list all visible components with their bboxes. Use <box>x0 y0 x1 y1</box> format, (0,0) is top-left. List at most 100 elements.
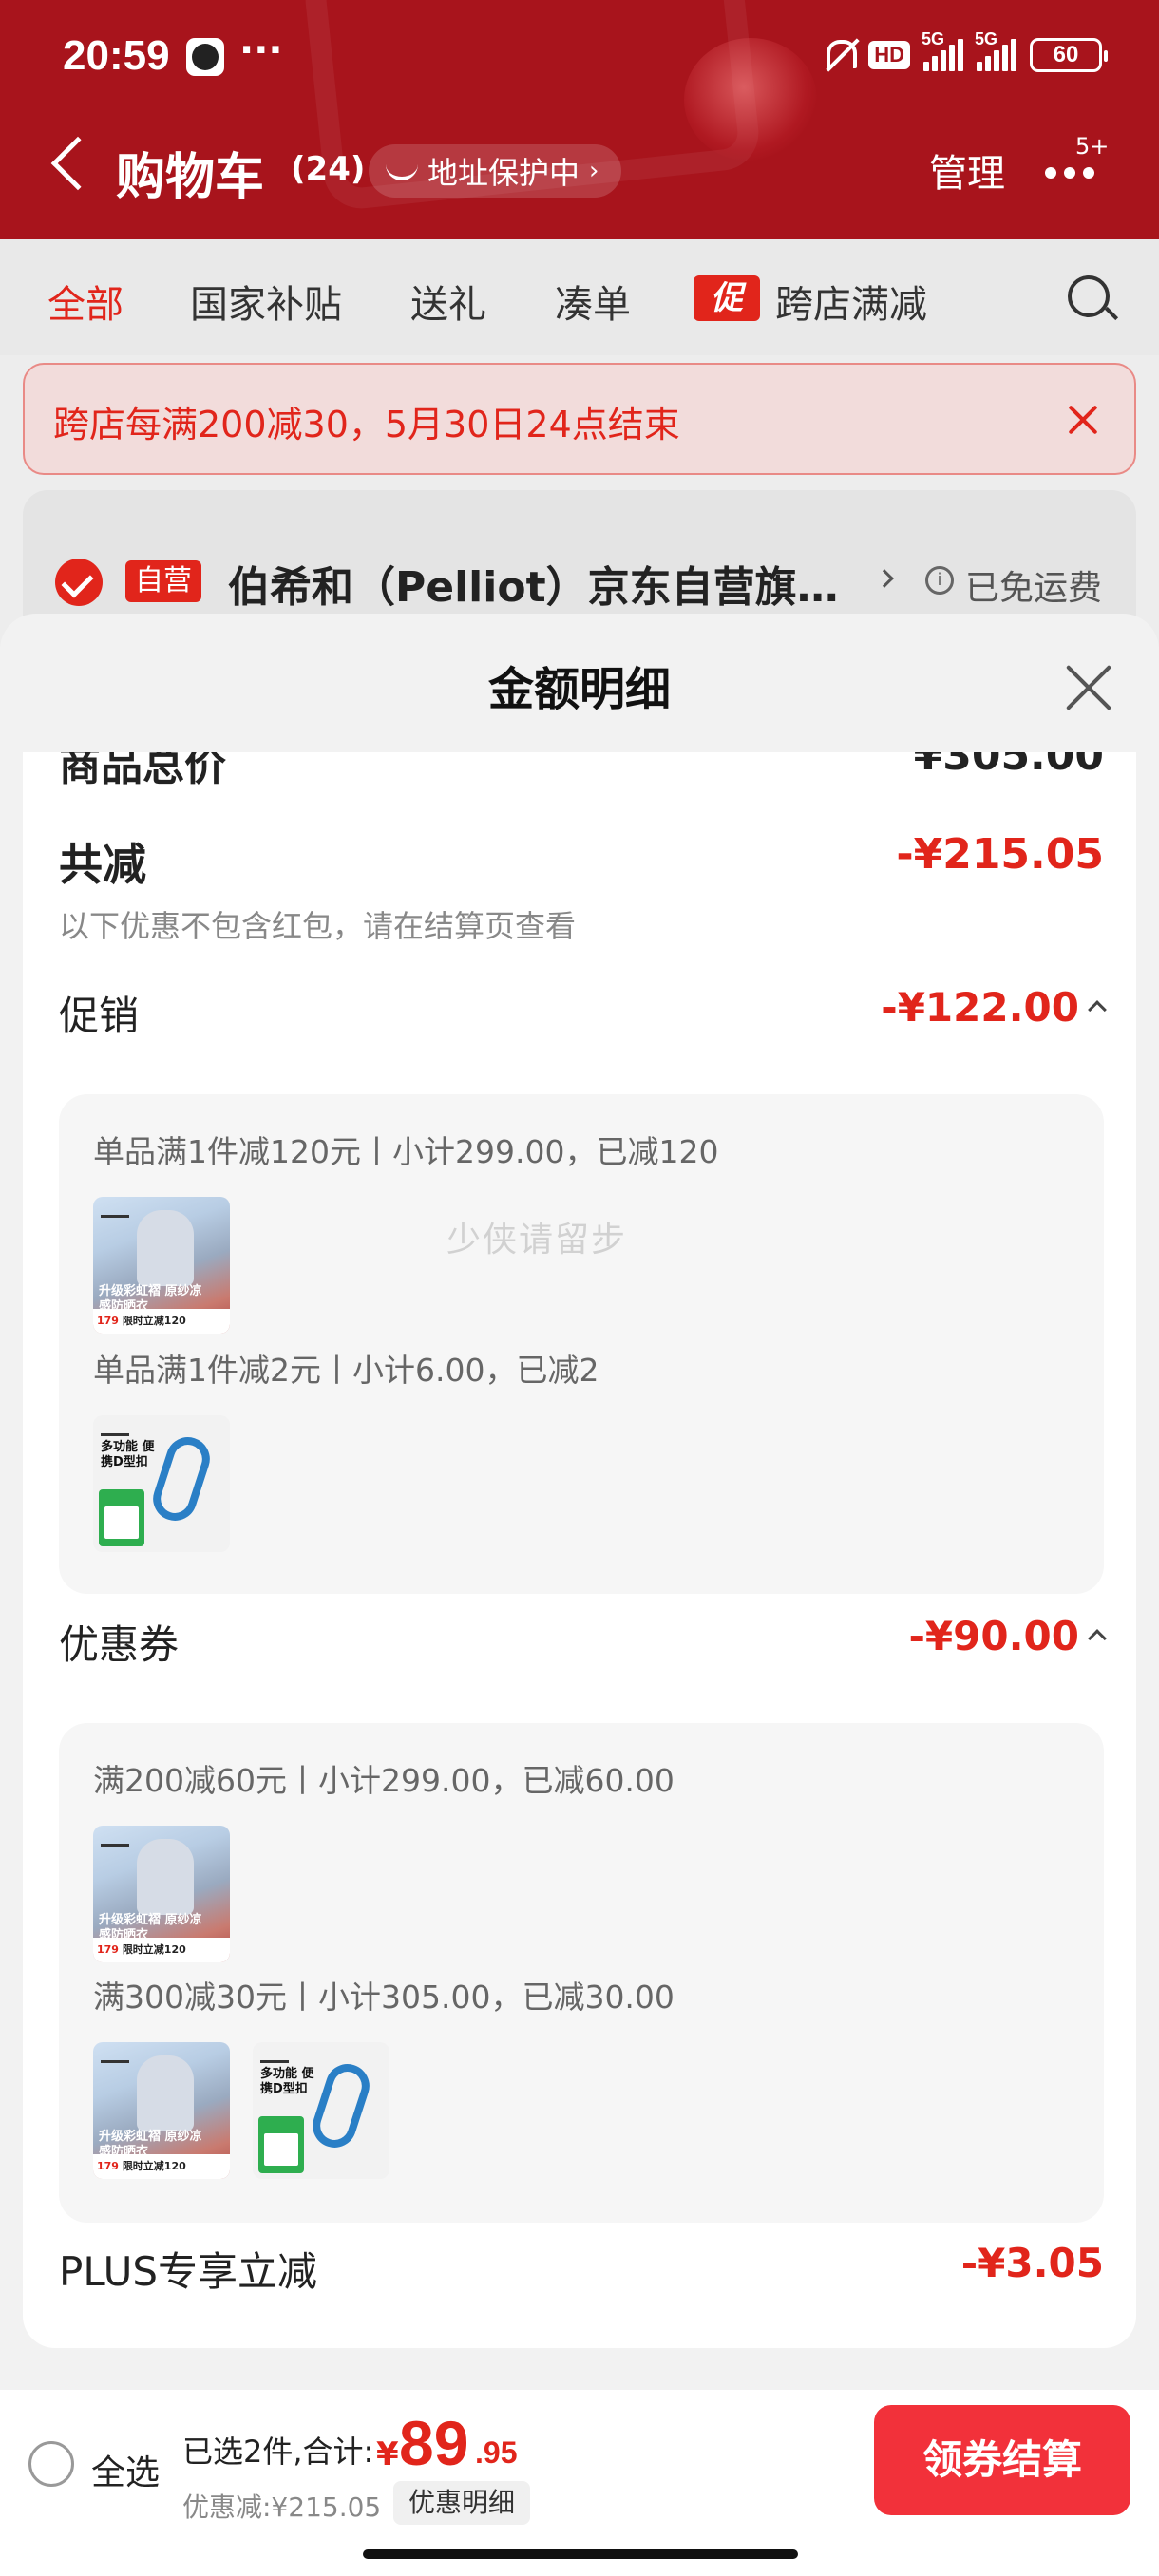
brand-logo-icon <box>101 2048 129 2063</box>
coupon-item-text: 满200减60元丨小计299.00，已减60.00 <box>93 1762 674 1799</box>
smile-shield-icon <box>386 161 418 180</box>
promo-tag: 促 <box>694 275 760 321</box>
promo-item-text: 单品满1件减2元丨小计6.00，已减2 <box>93 1352 599 1389</box>
product-thumb-promo: 限时立减120 <box>122 2160 186 2172</box>
tab-gift[interactable]: 送礼 <box>410 274 486 329</box>
model-figure <box>137 1210 194 1286</box>
hd-badge: HD <box>868 41 910 69</box>
product-thumb-promo: 限时立减120 <box>122 1943 186 1956</box>
promo-group: 单品满1件减120元丨小计299.00，已减120 升级彩虹褶 原纱凉感防晒衣 … <box>59 1094 1104 1594</box>
checkbox-checked-icon[interactable] <box>55 559 103 606</box>
status-bar: 20:59 ··· HD 5G 5G 60 <box>0 0 1159 114</box>
brand-logo-icon <box>101 1421 129 1436</box>
coupon-row[interactable]: 优惠券 -¥90.00 <box>59 1613 1107 1671</box>
close-icon[interactable] <box>1064 663 1113 712</box>
plus-label: PLUS专享立减 <box>59 2248 318 2295</box>
checkout-button[interactable]: 领券结算 <box>874 2405 1130 2515</box>
status-time: 20:59 <box>63 32 170 79</box>
home-indicator[interactable] <box>363 2549 798 2559</box>
promo-value: -¥122.00 <box>881 984 1079 1031</box>
selected-summary: 已选2件,合计: <box>182 2434 374 2470</box>
price-box-icon <box>258 2116 304 2173</box>
coupon-value: -¥90.00 <box>908 1613 1079 1659</box>
model-figure <box>137 2055 194 2131</box>
total-price-label: 商品总价 <box>59 752 226 790</box>
product-thumb-price: 179 <box>97 1315 119 1327</box>
total-price-row: 商品总价 ¥305.00 <box>59 752 1104 790</box>
amount-detail-card: 商品总价 ¥305.00 共减 -¥215.05 以下优惠不包含红包，请在结算页… <box>23 752 1136 2348</box>
select-all-checkbox[interactable] <box>28 2441 74 2487</box>
address-protection-label: 地址保护中 <box>428 155 580 191</box>
close-icon[interactable] <box>1064 401 1102 439</box>
brand-logo-icon <box>260 2048 289 2063</box>
product-thumb-price-strip: 179 限时立减120 <box>93 2154 230 2179</box>
status-more-dots: ··· <box>239 28 283 72</box>
free-shipping-label: 已免运费 <box>965 569 1103 608</box>
chevron-right-icon: › <box>589 157 599 185</box>
product-thumb-promo: 限时立减120 <box>122 1315 186 1327</box>
discount-detail-button[interactable]: 优惠明细 <box>393 2481 531 2525</box>
self-operated-tag: 自营 <box>125 560 201 602</box>
total-reduce-note: 以下优惠不包含红包，请在结算页查看 <box>59 908 577 944</box>
product-thumb-jacket[interactable]: 升级彩虹褶 原纱凉感防晒衣 179 限时立减120 <box>93 2042 230 2179</box>
price-symbol: ¥ <box>376 2435 399 2473</box>
product-thumb-price-strip: 179 限时立减120 <box>93 1309 230 1334</box>
total-price-integer: 89 <box>399 2408 469 2478</box>
coupon-item-text: 满300减30元丨小计305.00，已减30.00 <box>93 1979 674 2016</box>
tab-cross-store-discount[interactable]: 跨店满减 <box>775 274 927 329</box>
promo-row[interactable]: 促销 -¥122.00 <box>59 984 1107 1042</box>
nav-bar: 购物车 (24) 地址保护中 › 管理 5+ <box>0 122 1159 217</box>
price-box-icon <box>99 1489 144 1546</box>
tab-bundle[interactable]: 凑单 <box>555 274 631 329</box>
back-icon[interactable] <box>50 136 105 191</box>
filter-tabs: 全部 国家补贴 送礼 凑单 促 跨店满减 <box>0 239 1159 355</box>
watermark: 少侠请留步 <box>446 1221 628 1260</box>
plus-value: -¥3.05 <box>960 2240 1104 2286</box>
product-thumb-price-strip: 179 限时立减120 <box>93 1938 230 1962</box>
status-icons: HD 5G 5G 60 <box>821 29 1108 74</box>
signal-icon: 5G <box>922 29 963 71</box>
battery-icon: 60 <box>1030 38 1108 72</box>
sheet-title: 金额明细 <box>487 663 671 716</box>
model-figure <box>137 1839 194 1915</box>
select-all-label[interactable]: 全选 <box>91 2445 160 2494</box>
discount-amount: 优惠减:¥215.05 <box>182 2491 382 2523</box>
total-reduce-value: -¥215.05 <box>896 830 1104 879</box>
cart-count: (24) <box>291 150 366 188</box>
brand-logo-icon <box>101 1831 129 1847</box>
tab-national-subsidy[interactable]: 国家补贴 <box>190 274 342 329</box>
product-thumb-price: 179 <box>97 2160 119 2172</box>
tab-all[interactable]: 全部 <box>48 274 124 329</box>
header: 20:59 ··· HD 5G 5G 60 购物车 (24) 地址保护中 › 管… <box>0 0 1159 239</box>
product-thumb-title: 多功能 便携D型扣 <box>260 2067 314 2096</box>
coupon-group: 满200减60元丨小计299.00，已减60.00 升级彩虹褶 原纱凉感防晒衣 … <box>59 1723 1104 2223</box>
info-icon[interactable]: i <box>925 566 954 595</box>
brand-logo-icon <box>101 1203 129 1218</box>
product-thumb-price: 179 <box>97 1943 119 1956</box>
clock-app-icon <box>186 38 224 76</box>
manage-button[interactable]: 管理 <box>929 142 1005 198</box>
more-icon[interactable] <box>1045 167 1094 179</box>
promo-banner-text: 跨店每满200减30，5月30日24点结束 <box>53 404 680 445</box>
product-thumb-carabiner[interactable]: 多功能 便携D型扣 <box>93 1415 230 1552</box>
product-thumb-carabiner[interactable]: 多功能 便携D型扣 <box>253 2042 390 2179</box>
promo-banner: 跨店每满200减30，5月30日24点结束 <box>23 363 1136 475</box>
total-reduce-row: 共减 -¥215.05 以下优惠不包含红包，请在结算页查看 <box>59 830 1104 946</box>
product-thumb-title: 多功能 便携D型扣 <box>101 1440 155 1469</box>
plus-row: PLUS专享立减 -¥3.05 <box>59 2240 1104 2298</box>
store-name[interactable]: 伯希和（Pelliot）京东自营旗… <box>228 553 839 614</box>
promo-item-text: 单品满1件减120元丨小计299.00，已减120 <box>93 1133 719 1170</box>
total-price-decimal: .95 <box>475 2435 518 2470</box>
search-icon[interactable] <box>1068 275 1110 317</box>
total-price-value: ¥305.00 <box>913 752 1104 780</box>
bell-muted-icon <box>821 36 858 74</box>
amount-detail-sheet: 金额明细 商品总价 ¥305.00 共减 -¥215.05 以下优惠不包含红包，… <box>0 614 1159 2390</box>
address-protection-pill[interactable]: 地址保护中 › <box>369 144 622 198</box>
bottom-checkout-bar: 全选 已选2件,合计: ¥ 89 .95 优惠减:¥215.05 优惠明细 领券… <box>0 2390 1159 2576</box>
page-title: 购物车 <box>116 149 265 206</box>
signal-icon-2: 5G <box>975 29 1016 71</box>
product-thumb-jacket[interactable]: 升级彩虹褶 原纱凉感防晒衣 179 限时立减120 <box>93 1826 230 1962</box>
message-badge: 5+ <box>1075 133 1110 160</box>
chevron-right-icon[interactable] <box>875 569 894 588</box>
product-thumb-jacket[interactable]: 升级彩虹褶 原纱凉感防晒衣 179 限时立减120 <box>93 1197 230 1334</box>
